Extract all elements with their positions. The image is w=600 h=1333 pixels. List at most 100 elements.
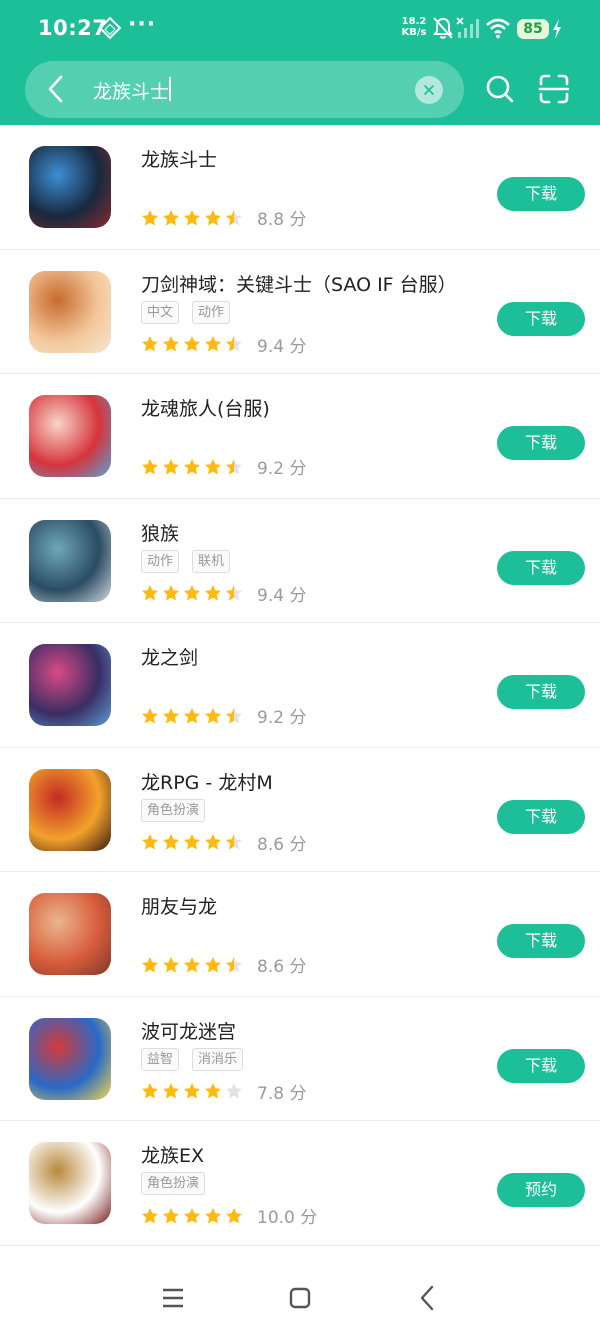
star-full-icon [205,707,221,723]
app-name: 波可龙迷宫 [141,1020,237,1043]
network-speed-value: 18.2 [401,16,427,27]
star-full-icon [163,209,179,225]
app-tags: 益智 消消乐 [141,1047,244,1071]
app-tag: 益智 [141,1047,180,1071]
rating-stars [141,1207,243,1225]
app-icon[interactable] [29,1142,111,1224]
status-time: 10:27 [38,16,108,40]
app-icon[interactable] [29,1017,111,1100]
rating-score: 9.2 分 [257,708,307,728]
star-full-icon [163,1207,179,1223]
app-icon[interactable] [29,395,111,477]
app-icon[interactable] [29,893,111,975]
app-rating: 7.8 分 [141,1079,306,1104]
star-full-icon [163,956,179,972]
app-icon[interactable] [29,146,111,228]
download-button[interactable]: 下载 [497,550,585,585]
star-half-icon [226,336,242,352]
star-full-icon [184,834,200,850]
star-full-icon [184,585,200,601]
list-item[interactable]: 龙魂旅人(台服) 9.2 分 下载 [0,374,600,499]
rating-stars [141,209,243,227]
download-button[interactable]: 下载 [497,177,585,211]
download-button[interactable]: 下载 [497,426,585,460]
star-full-icon [163,707,179,723]
app-name: 龙族斗士 [141,149,218,171]
star-full-icon [142,707,158,723]
app-rating: 8.6 分 [141,830,306,855]
app-icon[interactable] [29,768,111,851]
app-tag: 联机 [192,549,231,573]
search-icon[interactable] [484,73,516,105]
star-full-icon [184,1207,200,1223]
rating-stars [141,1082,243,1100]
rating-score: 8.8 分 [257,210,307,230]
star-full-icon [163,336,179,352]
more-notifications-icon: ··· [128,12,157,37]
rating-stars [141,707,243,725]
app-icon[interactable] [29,644,111,726]
network-speed: 18.2 KB/s [398,16,430,38]
star-half-icon [226,585,242,601]
rating-stars [141,458,243,476]
rating-stars [141,335,243,353]
rating-score: 8.6 分 [257,957,307,977]
list-item[interactable]: 朋友与龙 8.6 分 下载 [0,872,600,997]
star-full-icon [205,1083,221,1099]
star-full-icon [184,707,200,723]
scan-icon[interactable] [538,73,570,105]
rating-stars [141,833,243,851]
star-half-icon [226,956,242,972]
download-button[interactable]: 下载 [497,924,585,958]
star-full-icon [205,585,221,601]
star-full-icon [163,585,179,601]
list-item[interactable]: 刀剑神域：关键斗士（SAO IF 台服） 中文 动作 9.4 分 下载 [0,250,600,374]
star-full-icon [163,834,179,850]
clear-search-button[interactable] [415,76,443,104]
search-input[interactable] [93,76,403,104]
app-rating: 9.4 分 [141,332,306,357]
list-item[interactable]: 龙族EX 角色扮演 10.0 分 预约 [0,1121,600,1246]
app-tag: 中文 [141,300,180,324]
app-name: 龙族EX [141,1145,205,1167]
status-bar: 10:27 ··· 18.2 KB/s 85 [0,0,600,58]
star-full-icon [142,834,158,850]
app-rating: 9.2 分 [141,454,306,479]
star-full-icon [142,1083,158,1099]
top-header: 10:27 ··· 18.2 KB/s 85 [0,0,600,125]
star-full-icon [184,956,200,972]
download-button[interactable]: 下载 [497,799,585,834]
list-item[interactable]: 龙之剑 9.2 分 下载 [0,623,600,748]
nav-back-icon[interactable] [418,1285,436,1311]
star-full-icon [205,1207,221,1223]
app-icon[interactable] [29,519,111,602]
download-button[interactable]: 下载 [497,675,585,709]
app-tag: 动作 [192,300,231,324]
app-rating: 9.2 分 [141,703,306,728]
app-tags: 角色扮演 [141,798,206,822]
search-results-list: 龙族斗士 8.8 分下载 刀剑神域：关键斗士（SAO IF 台服） 中文 动作 9.4 分… [0,125,600,1246]
rating-stars [141,956,243,974]
list-item[interactable]: 狼族 动作 联机 9.4 分 下载 [0,499,600,623]
star-full-icon [142,585,158,601]
download-button[interactable]: 下载 [497,1048,585,1083]
battery-level: 85 [517,19,549,39]
rating-score: 10.0 分 [257,1208,318,1228]
app-rating: 8.8 分 [141,205,306,230]
star-full-icon [205,209,221,225]
list-item[interactable]: 波可龙迷宫益智 消消乐 7.8 分 下载 [0,997,600,1121]
star-full-icon [184,458,200,474]
menu-icon[interactable] [162,1287,184,1309]
rating-score: 9.4 分 [257,585,307,606]
signal-icon [456,17,479,38]
download-button[interactable]: 下载 [497,301,585,336]
home-square-icon[interactable] [289,1287,311,1309]
list-item[interactable]: 龙族斗士 8.8 分 下载 [0,125,600,250]
star-full-icon [142,336,158,352]
star-full-icon [226,1207,242,1223]
app-tag: 消消乐 [192,1047,244,1071]
app-icon[interactable] [29,270,111,353]
reserve-button[interactable]: 预约 [497,1173,585,1207]
back-arrow-icon[interactable] [44,74,68,104]
list-item[interactable]: 龙RPG - 龙村M 角色扮演 8.6 分 下载 [0,748,600,872]
